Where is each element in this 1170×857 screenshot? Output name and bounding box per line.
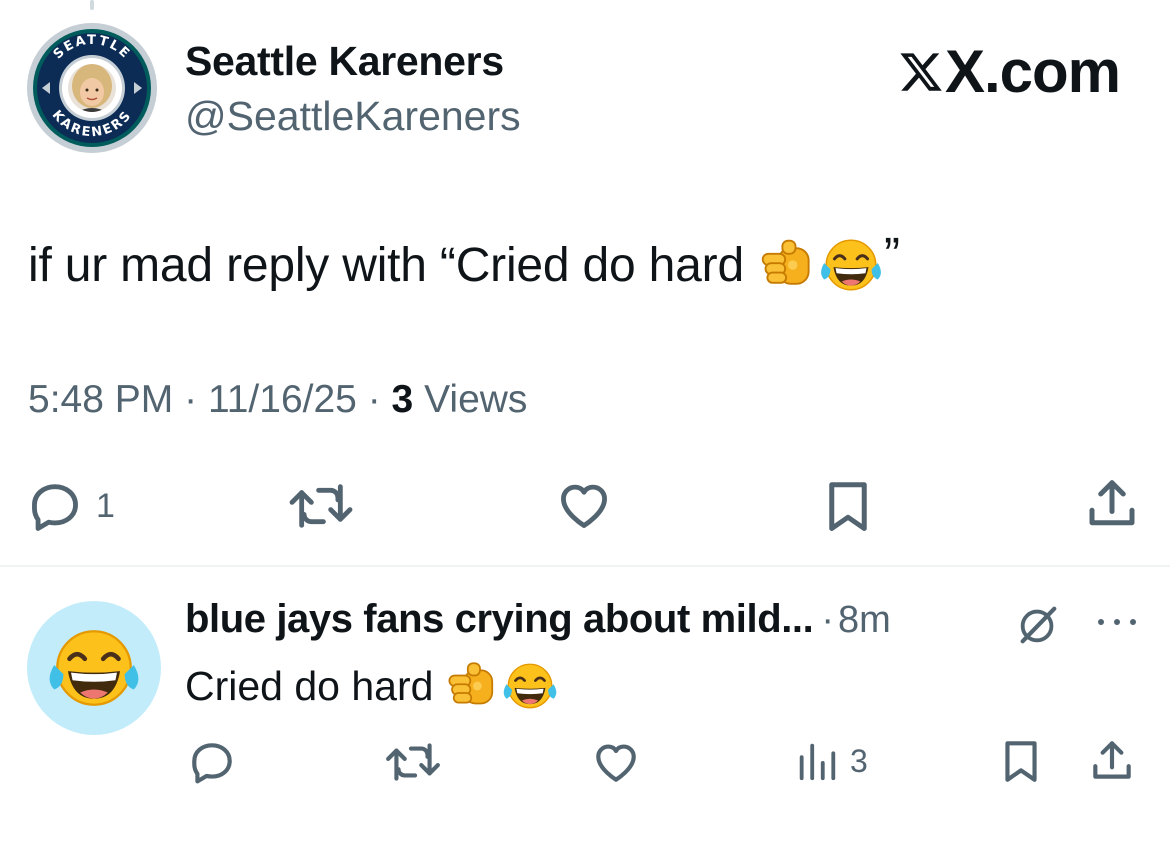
reply-icon xyxy=(192,743,232,784)
divider xyxy=(0,565,1170,567)
tears-of-joy-emoji xyxy=(821,239,881,291)
tears-of-joy-emoji xyxy=(504,663,557,709)
tweet-meta: 5:48 PM · 11/16/25 · 3 Views xyxy=(28,378,527,422)
reply-like-button[interactable] xyxy=(590,737,642,787)
author-avatar[interactable]: SEATTLE KARENERS xyxy=(26,22,158,154)
reply-text-content: Cried do hard xyxy=(185,662,434,709)
reply-header: blue jays fans crying about mild... · 8m xyxy=(185,597,891,642)
grok-icon[interactable] xyxy=(1015,602,1061,648)
bookmark-icon xyxy=(829,482,867,531)
like-icon xyxy=(596,744,636,782)
reply-icon xyxy=(32,484,78,531)
thread-line xyxy=(90,0,94,10)
reply-separator: · xyxy=(821,599,835,641)
tweet-text-close-quote: ” xyxy=(883,229,900,282)
more-icon[interactable] xyxy=(1093,612,1141,632)
meta-separator: · xyxy=(367,378,381,421)
reply-share-button[interactable] xyxy=(1087,735,1137,787)
meta-separator: · xyxy=(184,378,198,421)
tweet-date[interactable]: 11/16/25 xyxy=(208,378,357,421)
tweet-time[interactable]: 5:48 PM xyxy=(28,378,173,421)
tweet-text: if ur mad reply with “Cried do hard ” xyxy=(28,229,900,298)
reply-views-button[interactable]: 3 xyxy=(794,738,868,784)
views-label: Views xyxy=(424,378,528,421)
reply-author-name[interactable]: blue jays fans crying about mild... xyxy=(185,597,814,642)
bookmark-icon xyxy=(1005,741,1037,782)
reply-bookmark-button[interactable] xyxy=(996,735,1046,787)
share-icon xyxy=(1089,480,1135,526)
tears-of-joy-emoji xyxy=(49,630,139,706)
like-button[interactable] xyxy=(553,476,615,534)
analytics-icon xyxy=(799,743,836,781)
backhand-pointing-fist-emoji xyxy=(761,239,810,285)
brand-text: X.com xyxy=(944,38,1121,105)
repost-icon xyxy=(289,484,353,528)
reply-text: Cried do hard xyxy=(185,657,559,715)
x-logo-icon xyxy=(900,53,942,91)
bookmark-button[interactable] xyxy=(818,476,878,536)
author-display-name[interactable]: Seattle Kareners xyxy=(185,38,504,85)
share-icon xyxy=(1093,741,1131,779)
author-handle[interactable]: @SeattleKareners xyxy=(185,93,521,140)
reply-repost-button[interactable] xyxy=(384,737,442,787)
reply-button[interactable]: 1 xyxy=(26,477,115,535)
share-button[interactable] xyxy=(1082,474,1142,534)
reply-views-count: 3 xyxy=(850,742,868,779)
tweet-text-content: if ur mad reply with “Cried do hard xyxy=(28,238,744,292)
backhand-pointing-fist-emoji xyxy=(448,662,494,705)
reply-timestamp[interactable]: 8m xyxy=(838,599,891,642)
reply-reply-button[interactable] xyxy=(187,737,237,787)
repost-button[interactable] xyxy=(287,477,355,535)
reply-author-avatar[interactable] xyxy=(27,601,161,735)
reply-count: 1 xyxy=(96,486,115,525)
like-icon xyxy=(561,484,607,528)
repost-icon xyxy=(386,743,440,781)
views-count: 3 xyxy=(391,378,414,421)
brand-watermark: X.com xyxy=(898,38,1121,105)
